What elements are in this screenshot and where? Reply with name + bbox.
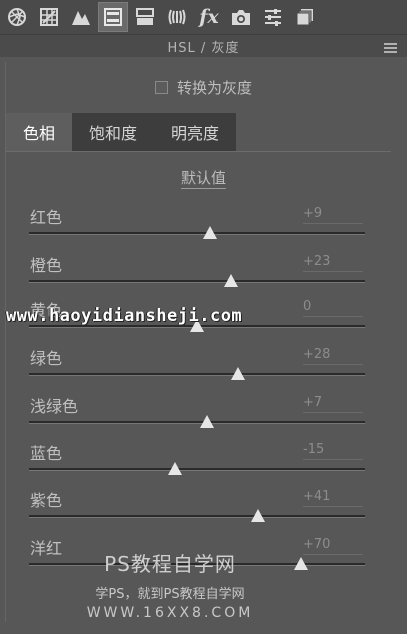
slider-track[interactable] [29, 468, 365, 471]
watermark-url: www.haoyidiansheji.com [6, 306, 243, 326]
slider-orange: 橙色 +23 [0, 252, 407, 298]
slider-value-input[interactable]: +7 [303, 395, 363, 413]
slider-label: 橙色 [30, 256, 63, 275]
mountains-icon[interactable] [66, 2, 96, 32]
slider-green: 绿色 +28 [0, 345, 407, 391]
slider-value-input[interactable]: +28 [303, 347, 363, 365]
tabs-divider [6, 151, 391, 152]
grid-icon[interactable] [34, 2, 64, 32]
slider-thumb[interactable] [250, 509, 265, 522]
slider-value-input[interactable]: +41 [303, 489, 363, 507]
slider-track[interactable] [29, 232, 365, 235]
slider-aqua: 浅绿色 +7 [0, 393, 407, 439]
tab-luminance-label: 明亮度 [171, 124, 220, 143]
slider-value-input[interactable]: -15 [303, 442, 363, 460]
sliders-icon[interactable] [258, 2, 288, 32]
slider-label: 浅绿色 [30, 397, 79, 416]
slider-label: 蓝色 [30, 444, 63, 463]
slider-value-input[interactable]: +9 [303, 206, 363, 224]
lens-icon[interactable] [162, 2, 192, 32]
default-label: 默认值 [180, 169, 226, 189]
default-button[interactable]: 默认值 [0, 167, 407, 189]
slider-purple: 紫色 +41 [0, 487, 407, 533]
slider-thumb[interactable] [200, 415, 215, 428]
watermark-subtitle: 学PS，就到PS教程自学网 [95, 587, 245, 602]
slider-thumb[interactable] [167, 462, 182, 475]
split-toning-icon[interactable] [130, 2, 160, 32]
slider-track[interactable] [29, 515, 365, 518]
tab-luminance[interactable]: 明亮度 [154, 113, 237, 151]
tab-saturation-label: 饱和度 [89, 124, 138, 143]
tab-hue-label: 色相 [23, 124, 56, 143]
camera-icon[interactable] [226, 2, 256, 32]
hsl-icon[interactable] [98, 2, 128, 32]
slider-track[interactable] [29, 373, 365, 376]
hsl-tabs: 色相 饱和度 明亮度 [6, 113, 237, 151]
convert-grayscale-row[interactable]: 转换为灰度 [0, 74, 407, 100]
watermark-title: PS教程自学网 [104, 552, 236, 576]
presets-icon[interactable] [290, 2, 320, 32]
panel-menu-icon[interactable] [384, 43, 397, 55]
aperture-icon[interactable] [2, 2, 32, 32]
panel-toolbar: fx [0, 0, 407, 35]
tab-hue[interactable]: 色相 [6, 113, 73, 151]
tab-saturation[interactable]: 饱和度 [72, 113, 155, 151]
section-title-text: HSL / 灰度 [167, 40, 240, 56]
section-title[interactable]: HSL / 灰度 [0, 35, 407, 57]
grayscale-label: 转换为灰度 [176, 78, 252, 97]
slider-track[interactable] [29, 280, 365, 283]
grayscale-checkbox[interactable] [154, 80, 168, 94]
slider-thumb[interactable] [231, 367, 246, 380]
slider-blue: 蓝色 -15 [0, 440, 407, 486]
slider-label: 绿色 [30, 349, 63, 368]
slider-value-input[interactable]: +23 [303, 254, 363, 272]
slider-thumb[interactable] [203, 226, 218, 239]
slider-track[interactable] [29, 421, 365, 424]
hsl-panel: fx HSL / 灰度 转换为灰度 色相 饱和度 明亮度 默认值 红色 +9 橙… [0, 0, 407, 634]
slider-label: 红色 [30, 208, 63, 227]
slider-red: 红色 +9 [0, 204, 407, 250]
fx-icon[interactable]: fx [194, 2, 224, 32]
slider-value-input[interactable]: 0 [303, 299, 363, 317]
watermark-site: WWW.16XX8.COM [86, 605, 254, 621]
slider-thumb[interactable] [224, 274, 239, 287]
slider-label: 紫色 [30, 491, 63, 510]
fx-label: fx [199, 6, 219, 28]
